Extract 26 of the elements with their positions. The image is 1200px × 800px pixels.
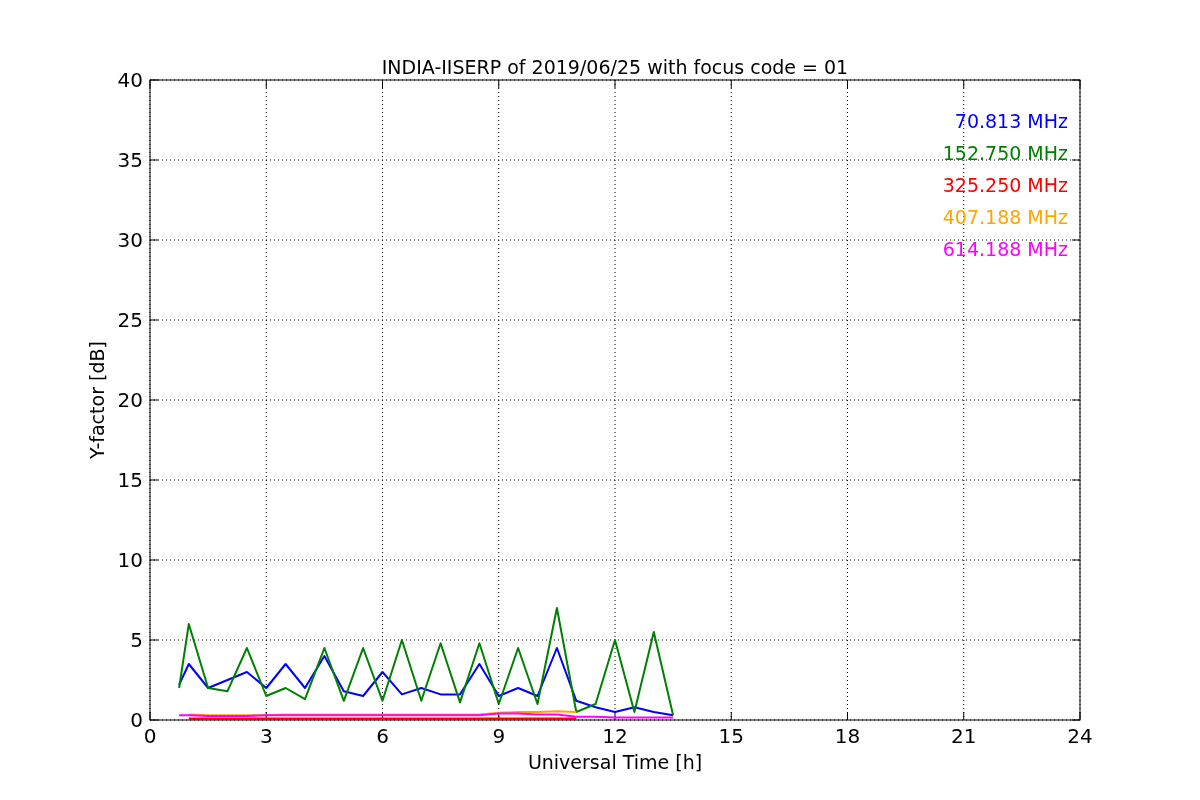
x-tick-label: 12 [602,724,628,748]
legend-label: 70.813 MHz [954,110,1068,132]
legend-label: 614.188 MHz [942,238,1068,260]
legend-label: 407.188 MHz [942,206,1068,228]
x-tick-label: 21 [951,724,977,748]
chart-title: INDIA-IISERP of 2019/06/25 with focus code = 01 [381,56,849,78]
y-tick-label: 35 [117,148,143,172]
y-tick-label: 5 [130,628,143,652]
x-tick-label: 9 [492,724,506,748]
legend-label: 325.250 MHz [942,174,1068,196]
x-axis-label: Universal Time [h] [527,751,703,773]
y-tick-label: 20 [117,388,143,412]
y-tick-label: 25 [117,308,143,332]
x-tick-label: 15 [718,724,744,748]
y-tick-label: 30 [117,228,143,252]
y-tick-label: 0 [130,708,143,732]
y-tick-label: 40 [117,68,143,92]
y-tick-label: 15 [117,468,143,492]
x-tick-label: 3 [259,724,273,748]
y-tick-label: 10 [117,548,143,572]
x-tick-label: 18 [834,724,861,748]
x-tick-label: 6 [376,724,389,748]
y-axis-label: Y-factor [dB] [86,341,108,459]
x-tick-label: 24 [1067,724,1093,748]
x-tick-label: 0 [143,724,157,748]
legend-label: 152.750 MHz [942,142,1068,164]
